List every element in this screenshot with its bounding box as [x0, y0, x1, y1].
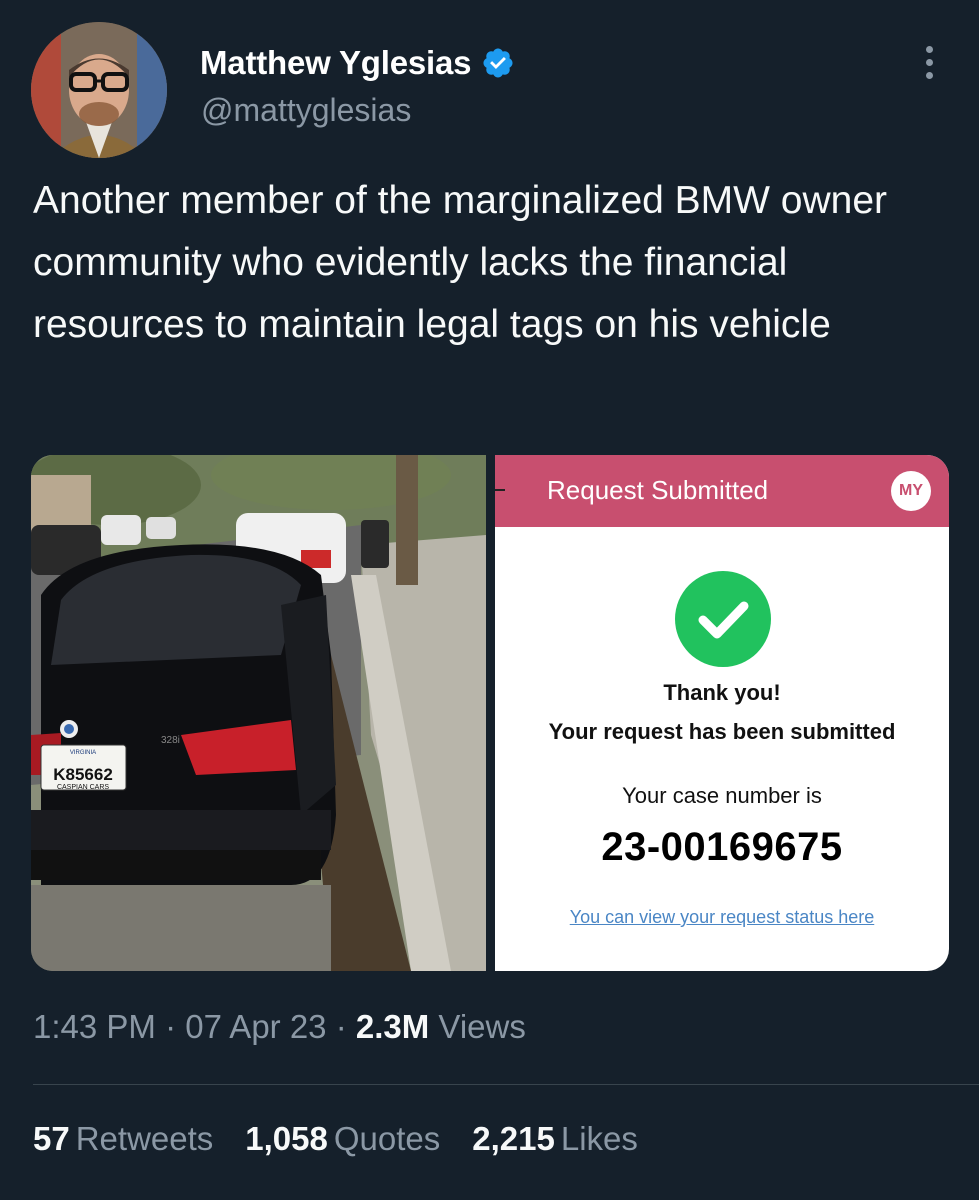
- tweet-text: Another member of the marginalized BMW o…: [33, 179, 888, 346]
- avatar-image: [31, 22, 167, 158]
- author-handle[interactable]: @mattyglesias: [201, 92, 411, 129]
- retweets-stat[interactable]: 57 Retweets: [33, 1120, 213, 1158]
- likes-label: Likes: [560, 1120, 638, 1157]
- model-badge: 328i: [161, 735, 180, 746]
- tweet-stats: 57 Retweets 1,058 Quotes 2,215 Likes: [33, 1120, 638, 1158]
- views-count: 2.3M: [355, 1008, 430, 1045]
- divider: [33, 1084, 979, 1085]
- dot: [925, 58, 933, 66]
- dot: [925, 71, 933, 79]
- plate-dealer: CASPIAN CARS: [57, 784, 109, 791]
- thanks-line-2: Your request has been submitted: [548, 719, 896, 744]
- more-options-icon[interactable]: [912, 40, 946, 84]
- screenshot-header: Request Submitted MY: [495, 455, 949, 527]
- views-label: Views: [438, 1008, 526, 1045]
- plate-number: K85662: [53, 765, 113, 784]
- tweet-time[interactable]: 1:43 PM: [33, 1008, 156, 1045]
- tweet-meta: 1:43 PM · 07 Apr 23 · 2.3M Views: [33, 1008, 526, 1046]
- screenshot-title: Request Submitted: [547, 475, 769, 505]
- retweets-count: 57: [33, 1120, 70, 1157]
- retweets-label: Retweets: [75, 1120, 214, 1157]
- request-screenshot[interactable]: Request Submitted MY Thank you! Your req…: [495, 455, 949, 971]
- tweet-date[interactable]: 07 Apr 23: [185, 1008, 326, 1045]
- meta-separator: ·: [335, 1008, 347, 1045]
- status-link[interactable]: You can view your request status here: [495, 907, 949, 928]
- meta-separator: ·: [165, 1008, 177, 1045]
- case-label: Your case number is: [622, 783, 822, 808]
- quotes-stat[interactable]: 1,058 Quotes: [245, 1120, 440, 1158]
- author-name-row: Matthew Yglesias: [200, 44, 515, 82]
- verified-badge-icon[interactable]: [481, 46, 515, 80]
- case-number: 23-00169675: [601, 825, 843, 869]
- likes-stat[interactable]: 2,215 Likes: [472, 1120, 638, 1158]
- avatar[interactable]: [31, 22, 167, 158]
- tweet-media[interactable]: VIRGINIA K85662 CASPIAN CARS 328i Reques…: [31, 455, 949, 971]
- author-display-name[interactable]: Matthew Yglesias: [200, 44, 471, 82]
- quotes-count: 1,058: [245, 1120, 328, 1157]
- plate-state: VIRGINIA: [70, 750, 96, 756]
- car-photo-image: VIRGINIA K85662 CASPIAN CARS 328i: [31, 455, 486, 971]
- header-divider: [495, 489, 505, 491]
- thanks-line-1: Thank you!: [663, 680, 781, 705]
- likes-count: 2,215: [472, 1120, 555, 1157]
- quotes-label: Quotes: [333, 1120, 441, 1157]
- car-photo[interactable]: VIRGINIA K85662 CASPIAN CARS 328i: [31, 455, 486, 971]
- my-badge: MY: [891, 471, 931, 511]
- check-icon: [675, 571, 771, 667]
- dot: [925, 45, 933, 53]
